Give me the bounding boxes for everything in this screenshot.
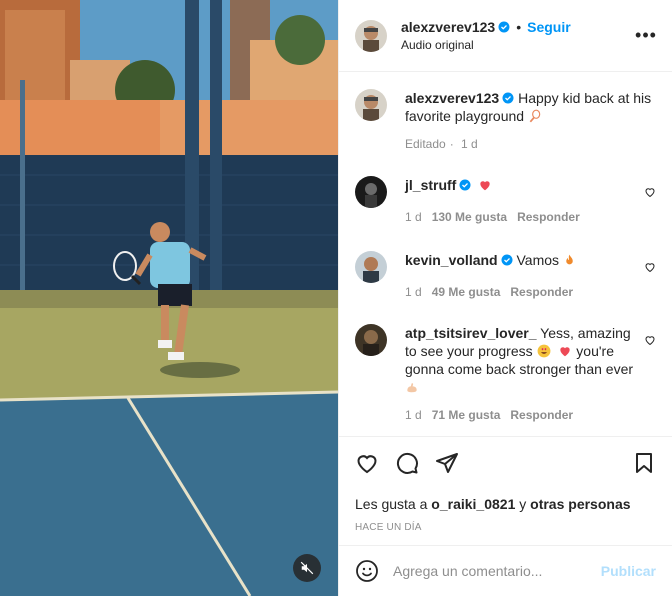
post-video[interactable] xyxy=(0,0,338,596)
comment-input[interactable] xyxy=(393,563,601,579)
comment-item: kevin_volland Vamos 1 d 49 Me gusta Respon… xyxy=(355,251,656,324)
comment-bubble-icon[interactable] xyxy=(395,451,419,475)
red-heart-emoji-icon xyxy=(560,347,571,357)
tennis-court-video-frame xyxy=(0,0,338,596)
comments-list: alexzverev123 Happy kid back at his favo… xyxy=(339,73,672,435)
caption-username[interactable]: alexzverev123 xyxy=(405,90,499,106)
verified-badge-icon xyxy=(459,179,471,191)
comment-likes[interactable]: 130 Me gusta xyxy=(432,210,507,224)
save-bookmark-icon[interactable] xyxy=(632,451,656,475)
like-comment-heart-icon[interactable] xyxy=(644,186,656,198)
flexed-biceps-emoji-icon xyxy=(407,383,417,393)
emoji-picker-icon[interactable] xyxy=(355,559,379,583)
verified-badge-icon xyxy=(498,21,510,32)
comment-time: 1 d xyxy=(405,210,422,224)
mute-button[interactable] xyxy=(293,554,321,582)
author-avatar[interactable] xyxy=(355,19,387,52)
share-paper-plane-icon[interactable] xyxy=(435,451,459,475)
comment-time: 1 d xyxy=(405,285,422,299)
post-timestamp: HACE UN DÍA xyxy=(355,522,422,533)
comment-likes[interactable]: 71 Me gusta xyxy=(432,408,501,422)
like-heart-icon[interactable] xyxy=(355,451,379,475)
caption-avatar[interactable] xyxy=(355,89,387,121)
caption: alexzverev123 Happy kid back at his favo… xyxy=(355,89,656,151)
liked-by-user[interactable]: o_raiki_0821 xyxy=(431,496,515,512)
post-side-panel: alexzverev123 • Seguir Audio original ••• … xyxy=(338,0,672,596)
commenter-username[interactable]: kevin_volland xyxy=(405,252,498,268)
commenter-username[interactable]: jl_struff xyxy=(405,177,456,193)
liked-by-others[interactable]: otras personas xyxy=(530,496,630,512)
comment-text: Vamos xyxy=(516,252,560,268)
caption-edited: Editado xyxy=(405,137,446,151)
comment-item: jl_struff 1 d 130 Me gusta Responder xyxy=(355,176,656,251)
heart-eyes-emoji-icon xyxy=(537,344,550,358)
comment-item: atp_tsitsirev_lover_ Yess, amazing to se… xyxy=(355,324,656,424)
comment-likes[interactable]: 49 Me gusta xyxy=(432,285,501,299)
caption-time: 1 d xyxy=(461,137,478,151)
reply-button[interactable]: Responder xyxy=(510,408,573,422)
verified-badge-icon xyxy=(501,254,513,266)
commenter-avatar[interactable] xyxy=(355,176,387,208)
author-username[interactable]: alexzverev123 xyxy=(401,19,495,35)
reply-button[interactable]: Responder xyxy=(510,285,573,299)
publish-comment-button[interactable]: Publicar xyxy=(601,563,656,579)
commenter-avatar[interactable] xyxy=(355,324,387,356)
like-comment-heart-icon[interactable] xyxy=(644,261,656,273)
commenter-avatar[interactable] xyxy=(355,251,387,283)
tennis-racket-emoji-icon xyxy=(529,109,541,123)
more-options-icon: ••• xyxy=(635,25,657,45)
verified-badge-icon xyxy=(502,92,514,104)
likes-summary: Les gusta a o_raiki_0821 y otras persona… xyxy=(355,496,631,512)
commenter-username[interactable]: atp_tsitsirev_lover_ xyxy=(405,325,537,341)
more-options-button[interactable]: ••• xyxy=(634,24,658,48)
audio-link[interactable]: Audio original xyxy=(401,36,634,54)
fire-emoji-icon xyxy=(566,254,573,265)
reply-button[interactable]: Responder xyxy=(517,210,580,224)
red-heart-emoji-icon xyxy=(480,181,490,191)
comment-time: 1 d xyxy=(405,408,422,422)
post-header: alexzverev123 • Seguir Audio original ••• xyxy=(339,0,672,72)
speaker-muted-icon xyxy=(300,561,314,575)
add-comment-bar: Publicar xyxy=(339,545,672,596)
like-comment-heart-icon[interactable] xyxy=(644,334,656,346)
post-dialog: alexzverev123 • Seguir Audio original ••• … xyxy=(0,0,672,596)
follow-button[interactable]: Seguir xyxy=(527,19,571,35)
post-actions: Les gusta a o_raiki_0821 y otras persona… xyxy=(339,436,672,533)
